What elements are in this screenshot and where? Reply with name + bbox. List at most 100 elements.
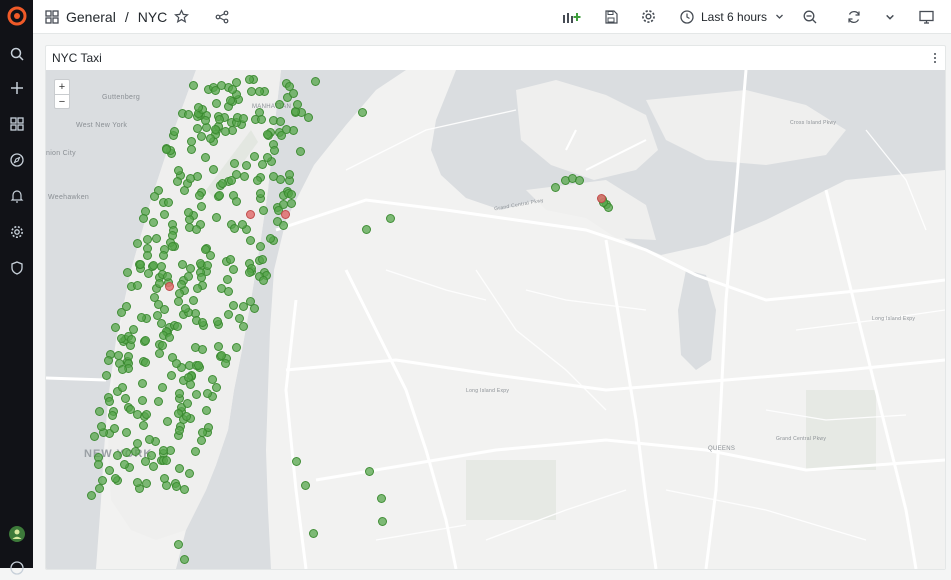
taxi-point[interactable] bbox=[165, 333, 174, 342]
taxi-point[interactable] bbox=[149, 261, 158, 270]
taxi-point[interactable] bbox=[269, 172, 278, 181]
taxi-point[interactable] bbox=[270, 146, 279, 155]
taxi-point[interactable] bbox=[301, 481, 310, 490]
taxi-point[interactable] bbox=[158, 383, 167, 392]
taxi-point[interactable] bbox=[201, 245, 210, 254]
taxi-point[interactable] bbox=[226, 255, 235, 264]
taxi-point[interactable] bbox=[276, 117, 285, 126]
taxi-point[interactable] bbox=[136, 260, 145, 269]
taxi-point[interactable] bbox=[214, 342, 223, 351]
taxi-point[interactable] bbox=[173, 177, 182, 186]
taxi-point[interactable] bbox=[141, 336, 150, 345]
map-zoom-out-button[interactable]: − bbox=[55, 95, 69, 109]
grafana-logo-icon[interactable] bbox=[0, 4, 33, 28]
taxi-point[interactable] bbox=[175, 464, 184, 473]
compass-icon[interactable] bbox=[0, 148, 33, 172]
taxi-point[interactable] bbox=[256, 189, 265, 198]
taxi-point[interactable] bbox=[239, 114, 248, 123]
taxi-point[interactable] bbox=[224, 287, 233, 296]
taxi-point[interactable] bbox=[215, 191, 224, 200]
taxi-point[interactable] bbox=[177, 280, 186, 289]
taxi-point[interactable] bbox=[111, 474, 120, 483]
taxi-point[interactable] bbox=[201, 116, 210, 125]
taxi-point[interactable] bbox=[221, 359, 230, 368]
taxi-point-alert[interactable] bbox=[281, 210, 290, 219]
share-icon[interactable] bbox=[215, 0, 229, 33]
dashboards-icon[interactable] bbox=[0, 112, 33, 136]
taxi-point[interactable] bbox=[168, 231, 177, 240]
taxi-point[interactable] bbox=[175, 426, 184, 435]
taxi-point[interactable] bbox=[232, 343, 241, 352]
taxi-point[interactable] bbox=[228, 85, 237, 94]
taxi-point[interactable] bbox=[194, 361, 203, 370]
taxi-point[interactable] bbox=[139, 421, 148, 430]
taxi-point[interactable] bbox=[110, 424, 119, 433]
taxi-point[interactable] bbox=[94, 460, 103, 469]
taxi-point[interactable] bbox=[97, 422, 106, 431]
taxi-point[interactable] bbox=[246, 236, 255, 245]
taxi-point[interactable] bbox=[202, 406, 211, 415]
refresh-interval-chevron-icon[interactable] bbox=[885, 0, 895, 33]
taxi-point[interactable] bbox=[170, 127, 179, 136]
taxi-point[interactable] bbox=[212, 383, 221, 392]
taxi-point[interactable] bbox=[197, 273, 206, 282]
taxi-point[interactable] bbox=[212, 99, 221, 108]
taxi-point[interactable] bbox=[118, 383, 127, 392]
panel-title[interactable]: NYC Taxi bbox=[52, 51, 102, 65]
breadcrumb-folder[interactable]: General bbox=[66, 9, 116, 25]
taxi-point[interactable] bbox=[194, 103, 203, 112]
settings-gear-icon[interactable] bbox=[641, 0, 656, 33]
taxi-point[interactable] bbox=[142, 410, 151, 419]
taxi-point[interactable] bbox=[378, 517, 387, 526]
taxi-point[interactable] bbox=[263, 153, 272, 162]
taxi-point[interactable] bbox=[197, 132, 206, 141]
taxi-point[interactable] bbox=[108, 411, 117, 420]
bell-icon[interactable] bbox=[0, 184, 33, 208]
taxi-point[interactable] bbox=[143, 235, 152, 244]
taxi-point[interactable] bbox=[259, 276, 268, 285]
taxi-point[interactable] bbox=[162, 145, 171, 154]
help-icon[interactable] bbox=[0, 556, 33, 580]
taxi-point[interactable] bbox=[242, 161, 251, 170]
taxi-point-alert[interactable] bbox=[246, 210, 255, 219]
taxi-point[interactable] bbox=[365, 467, 374, 476]
taxi-point[interactable] bbox=[127, 335, 136, 344]
taxi-point[interactable] bbox=[87, 491, 96, 500]
taxi-point[interactable] bbox=[133, 439, 142, 448]
shield-icon[interactable] bbox=[0, 256, 33, 280]
taxi-point[interactable] bbox=[180, 485, 189, 494]
taxi-point[interactable] bbox=[224, 310, 233, 319]
taxi-point[interactable] bbox=[285, 170, 294, 179]
taxi-point[interactable] bbox=[174, 540, 183, 549]
taxi-point[interactable] bbox=[118, 365, 127, 374]
taxi-point[interactable] bbox=[193, 124, 202, 133]
taxi-point[interactable] bbox=[203, 389, 212, 398]
taxi-point[interactable] bbox=[263, 130, 272, 139]
taxi-point[interactable] bbox=[296, 147, 305, 156]
taxi-point[interactable] bbox=[386, 214, 395, 223]
taxi-point[interactable] bbox=[122, 428, 131, 437]
taxi-point[interactable] bbox=[192, 390, 201, 399]
taxi-point[interactable] bbox=[209, 165, 218, 174]
taxi-point[interactable] bbox=[223, 275, 232, 284]
taxi-point[interactable] bbox=[275, 100, 284, 109]
search-icon[interactable] bbox=[0, 42, 33, 66]
taxi-point[interactable] bbox=[245, 75, 254, 84]
taxi-point[interactable] bbox=[155, 349, 164, 358]
taxi-point[interactable] bbox=[137, 313, 146, 322]
taxi-point[interactable] bbox=[133, 239, 142, 248]
taxi-point[interactable] bbox=[173, 322, 182, 331]
taxi-point[interactable] bbox=[141, 358, 150, 367]
taxi-point[interactable] bbox=[232, 197, 241, 206]
taxi-point[interactable] bbox=[215, 115, 224, 124]
map-canvas[interactable]: Guttenberg West New York nion City Weeha… bbox=[46, 70, 945, 569]
taxi-point[interactable] bbox=[162, 456, 171, 465]
taxi-point[interactable] bbox=[362, 225, 371, 234]
taxi-point[interactable] bbox=[358, 108, 367, 117]
taxi-point[interactable] bbox=[195, 191, 204, 200]
taxi-point[interactable] bbox=[90, 432, 99, 441]
taxi-point[interactable] bbox=[191, 447, 200, 456]
panel-header[interactable]: NYC Taxi bbox=[46, 46, 945, 70]
taxi-point[interactable] bbox=[239, 322, 248, 331]
plus-icon[interactable] bbox=[0, 76, 33, 100]
